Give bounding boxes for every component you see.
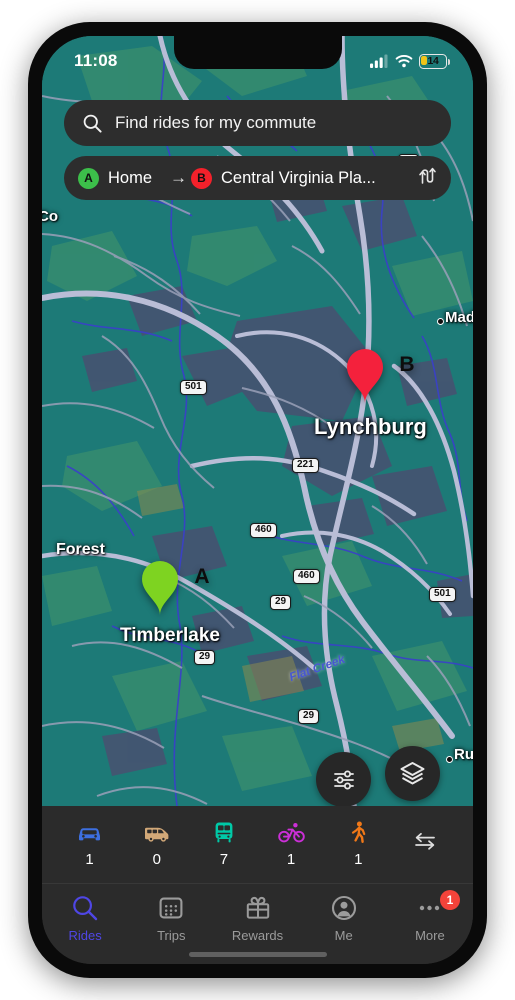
swap-route-button[interactable] [409, 166, 437, 191]
tab-label-trips: Trips [157, 928, 186, 943]
shield-29-n: 29 [270, 595, 292, 610]
shield-460-e: 460 [293, 569, 320, 584]
filter-button[interactable] [316, 752, 371, 806]
tab-trips[interactable]: Trips [128, 894, 214, 943]
tab-rewards[interactable]: Rewards [214, 894, 300, 943]
shield-501-e: 501 [429, 587, 456, 602]
car-icon [76, 821, 103, 844]
route-arrow-icon: → [170, 168, 188, 187]
search-icon [83, 114, 102, 133]
map-pin-a[interactable]: A [139, 558, 210, 616]
mode-item-car[interactable]: 1 [56, 821, 123, 868]
phone-frame: Co Madi Forest Lynchburg Timberlake Ru F… [28, 22, 487, 978]
gift-icon [245, 894, 271, 922]
shield-501-nw: 501 [180, 380, 207, 395]
walk-icon [350, 821, 367, 844]
pin-a-shape [142, 561, 178, 615]
pin-a-letter: A [194, 565, 210, 588]
shield-29-s: 29 [298, 709, 320, 724]
van-icon [142, 821, 171, 844]
shield-221: 221 [292, 458, 319, 473]
map-label-co: Co [42, 208, 58, 225]
mode-item-van[interactable]: 0 [123, 821, 190, 868]
route-bar[interactable]: A Home → B Central Virginia Pla... [64, 156, 451, 200]
bike-icon [277, 821, 305, 844]
swap-arrows-icon [412, 830, 438, 853]
pin-b-letter: B [399, 353, 415, 376]
search-placeholder-text: Find rides for my commute [115, 113, 317, 132]
tab-rides[interactable]: Rides [42, 894, 128, 943]
device-notch [173, 36, 342, 69]
map-label-madison: Madi [445, 309, 473, 326]
phone-screen: Co Madi Forest Lynchburg Timberlake Ru F… [42, 36, 473, 964]
shield-460-s: 29 [194, 650, 216, 665]
map-dot-rustburg [446, 756, 453, 763]
layers-button[interactable] [385, 746, 440, 801]
home-indicator [188, 952, 327, 957]
shield-460-w: 460 [250, 523, 277, 538]
tab-me[interactable]: Me [301, 894, 387, 943]
mode-count-van: 0 [152, 851, 161, 868]
map-label-lynchburg: Lynchburg [314, 414, 427, 439]
swap-route-icon [419, 167, 436, 184]
sliders-icon [333, 770, 354, 789]
train-icon [213, 821, 235, 844]
pin-b-shape [347, 349, 383, 403]
route-dest-label[interactable]: Central Virginia Pla... [221, 169, 376, 188]
mode-count-walk: 1 [354, 851, 363, 868]
map-pin-b[interactable]: B [344, 346, 415, 404]
route-origin-label[interactable]: Home [108, 169, 152, 188]
route-dest-badge: B [191, 167, 213, 189]
mode-item-walk[interactable]: 1 [325, 821, 392, 868]
mode-count-car: 1 [85, 851, 94, 868]
search-input[interactable]: Find rides for my commute [64, 100, 451, 146]
map-label-ru: Ru [454, 746, 473, 763]
tab-label-me: Me [334, 928, 353, 943]
mode-count-bike: 1 [286, 851, 296, 868]
transport-mode-bar: 1 0 7 1 1 [42, 806, 473, 883]
person-icon [331, 894, 357, 922]
search-icon [72, 894, 98, 922]
more-badge: 1 [439, 890, 460, 910]
map-dot-madison [437, 318, 444, 325]
tab-more[interactable]: 1 More [387, 890, 473, 943]
route-origin-badge: A [78, 167, 99, 189]
calendar-icon [158, 894, 184, 922]
mode-item-swap[interactable] [392, 830, 459, 860]
mode-count-transit: 7 [219, 851, 229, 868]
tab-label-rides: Rides [68, 928, 102, 943]
map-label-timberlake: Timberlake [120, 625, 220, 646]
layers-icon [400, 762, 425, 785]
tab-label-rewards: Rewards [231, 928, 284, 943]
mode-item-bike[interactable]: 1 [258, 821, 325, 868]
map-label-forest: Forest [56, 541, 105, 558]
map-canvas[interactable]: Co Madi Forest Lynchburg Timberlake Ru F… [42, 36, 473, 806]
mode-item-transit[interactable]: 7 [190, 821, 257, 868]
tab-label-more: More [415, 928, 445, 943]
